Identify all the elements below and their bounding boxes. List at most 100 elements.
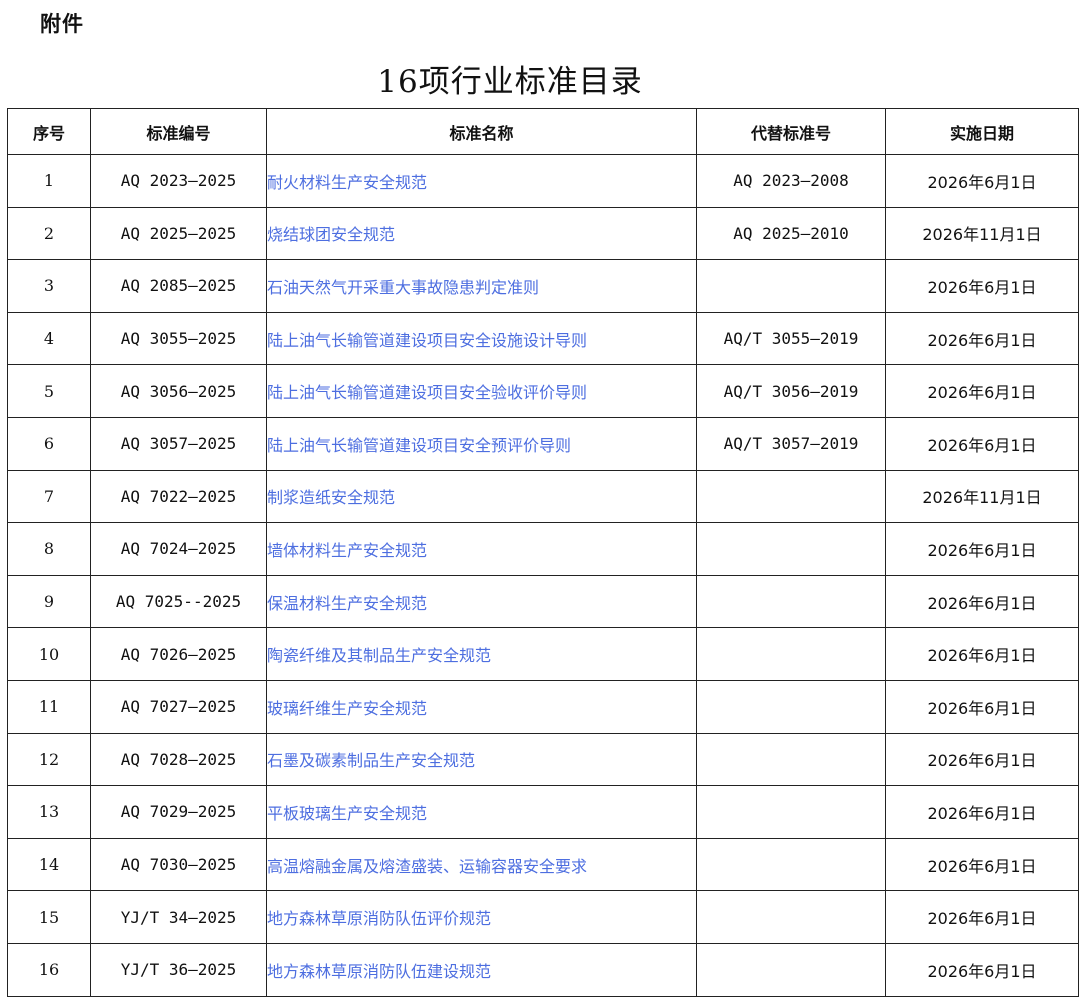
table-header-row: 序号 标准编号 标准名称 代替标准号 实施日期 [7,108,1079,155]
table-row: 7 AQ 7022—2025 制浆造纸安全规范 2026年11月1日 [7,469,1079,524]
effective-date: 2026年6月1日 [885,311,1079,366]
effective-date: 2026年6月1日 [885,364,1079,418]
header-replaces: 代替标准号 [696,108,886,155]
standard-name-link[interactable]: 石墨及碳素制品生产安全规范 [267,751,475,770]
replaced-standard [696,942,886,997]
standard-code: AQ 7026—2025 [90,627,267,681]
row-number: 11 [7,679,91,734]
standard-code: AQ 7022—2025 [90,469,267,524]
table-row: 1 AQ 2023—2025 耐火材料生产安全规范 AQ 2023—2008 2026年… [7,154,1079,208]
table-row: 2 AQ 2025—2025 烧结球团安全规范 AQ 2025—2010 2026年11… [7,206,1079,261]
standard-name-link[interactable]: 陆上油气长输管道建设项目安全设施设计导则 [267,331,587,350]
standard-name-cell: 陆上油气长输管道建设项目安全验收评价导则 [266,364,697,418]
standard-name-link[interactable]: 地方森林草原消防队伍建设规范 [267,962,491,981]
header-name: 标准名称 [266,108,697,155]
standard-name-cell: 墙体材料生产安全规范 [266,522,697,576]
table-row: 4 AQ 3055—2025 陆上油气长输管道建设项目安全设施设计导则 AQ/T 30… [7,311,1079,366]
standard-name-link[interactable]: 陆上油气长输管道建设项目安全预评价导则 [267,436,571,455]
standard-name-link[interactable]: 石油天然气开采重大事故隐患判定准则 [267,278,539,297]
row-number: 12 [7,732,91,787]
effective-date: 2026年6月1日 [885,154,1079,208]
effective-date: 2026年6月1日 [885,679,1079,734]
standard-code: AQ 3057—2025 [90,416,267,471]
standard-code: AQ 7030—2025 [90,837,267,892]
standard-code: AQ 7029—2025 [90,785,267,839]
standard-name-link[interactable]: 高温熔融金属及熔渣盛装、运输容器安全要求 [267,857,587,876]
standard-name-link[interactable]: 制浆造纸安全规范 [267,488,395,507]
standard-name-link[interactable]: 墙体材料生产安全规范 [267,541,427,560]
row-number: 15 [7,890,91,944]
standard-name-link[interactable]: 烧结球团安全规范 [267,225,395,244]
row-number: 10 [7,627,91,681]
standard-code: AQ 2023—2025 [90,154,267,208]
effective-date: 2026年6月1日 [885,627,1079,681]
table-row: 14 AQ 7030—2025 高温熔融金属及熔渣盛装、运输容器安全要求 2026年6… [7,837,1079,892]
effective-date: 2026年6月1日 [885,259,1079,313]
standard-name-link[interactable]: 陆上油气长输管道建设项目安全验收评价导则 [267,383,587,402]
standard-name-link[interactable]: 保温材料生产安全规范 [267,594,427,613]
replaced-standard [696,522,886,576]
standard-name-link[interactable]: 地方森林草原消防队伍评价规范 [267,909,491,928]
effective-date: 2026年6月1日 [885,574,1079,629]
standard-name-cell: 烧结球团安全规范 [266,206,697,261]
replaced-standard [696,785,886,839]
standard-code: YJ/T 36—2025 [90,942,267,997]
standard-name-link[interactable]: 玻璃纤维生产安全规范 [267,699,427,718]
attachment-label: 附件 [40,12,84,36]
replaced-standard: AQ/T 3057—2019 [696,416,886,471]
standard-name-link[interactable]: 陶瓷纤维及其制品生产安全规范 [267,646,491,665]
replaced-standard [696,574,886,629]
header-code: 标准编号 [90,108,267,155]
standard-name-cell: 保温材料生产安全规范 [266,574,697,629]
standard-name-cell: 平板玻璃生产安全规范 [266,785,697,839]
standard-code: AQ 7027—2025 [90,679,267,734]
standard-name-cell: 玻璃纤维生产安全规范 [266,679,697,734]
table-row: 6 AQ 3057—2025 陆上油气长输管道建设项目安全预评价导则 AQ/T 305… [7,416,1079,471]
standard-name-cell: 陆上油气长输管道建设项目安全预评价导则 [266,416,697,471]
standard-code: AQ 7024—2025 [90,522,267,576]
standard-name-cell: 地方森林草原消防队伍评价规范 [266,890,697,944]
standard-name-cell: 石墨及碳素制品生产安全规范 [266,732,697,787]
row-number: 16 [7,942,91,997]
replaced-standard [696,837,886,892]
replaced-standard: AQ/T 3055—2019 [696,311,886,366]
replaced-standard [696,627,886,681]
replaced-standard [696,679,886,734]
row-number: 4 [7,311,91,366]
effective-date: 2026年6月1日 [885,942,1079,997]
effective-date: 2026年6月1日 [885,890,1079,944]
table-row: 13 AQ 7029—2025 平板玻璃生产安全规范 2026年6月1日 [7,785,1079,839]
standard-code: AQ 2085—2025 [90,259,267,313]
standard-name-cell: 地方森林草原消防队伍建设规范 [266,942,697,997]
row-number: 8 [7,522,91,576]
replaced-standard: AQ 2023—2008 [696,154,886,208]
row-number: 13 [7,785,91,839]
row-number: 9 [7,574,91,629]
standard-code: AQ 7028—2025 [90,732,267,787]
effective-date: 2026年6月1日 [885,732,1079,787]
effective-date: 2026年6月1日 [885,522,1079,576]
table-row: 3 AQ 2085—2025 石油天然气开采重大事故隐患判定准则 2026年6月1日 [7,259,1079,313]
row-number: 5 [7,364,91,418]
standard-name-cell: 石油天然气开采重大事故隐患判定准则 [266,259,697,313]
table-row: 8 AQ 7024—2025 墙体材料生产安全规范 2026年6月1日 [7,522,1079,576]
row-number: 3 [7,259,91,313]
document-title: 16项行业标准目录 [377,64,643,100]
table-row: 12 AQ 7028—2025 石墨及碳素制品生产安全规范 2026年6月1日 [7,732,1079,787]
row-number: 14 [7,837,91,892]
effective-date: 2026年6月1日 [885,837,1079,892]
standard-name-link[interactable]: 平板玻璃生产安全规范 [267,804,427,823]
replaced-standard [696,890,886,944]
replaced-standard [696,469,886,524]
replaced-standard: AQ 2025—2010 [696,206,886,261]
standard-name-link[interactable]: 耐火材料生产安全规范 [267,173,427,192]
standards-table: 序号 标准编号 标准名称 代替标准号 实施日期 1 AQ 2023—2025 耐火材… [7,108,1079,997]
table-row: 11 AQ 7027—2025 玻璃纤维生产安全规范 2026年6月1日 [7,679,1079,734]
replaced-standard [696,732,886,787]
replaced-standard: AQ/T 3056—2019 [696,364,886,418]
standard-name-cell: 制浆造纸安全规范 [266,469,697,524]
table-row: 16 YJ/T 36—2025 地方森林草原消防队伍建设规范 2026年6月1日 [7,942,1079,997]
standard-code: YJ/T 34—2025 [90,890,267,944]
row-number: 1 [7,154,91,208]
table-row: 5 AQ 3056—2025 陆上油气长输管道建设项目安全验收评价导则 AQ/T 30… [7,364,1079,418]
